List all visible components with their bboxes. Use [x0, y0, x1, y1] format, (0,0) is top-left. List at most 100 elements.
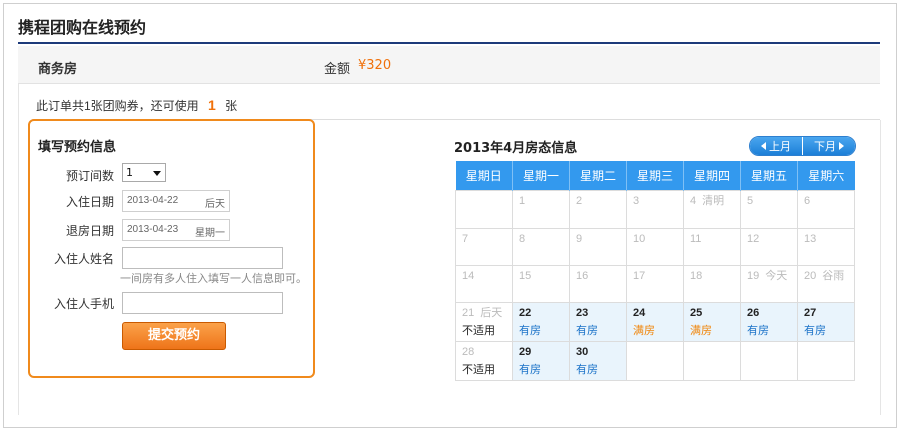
checkin-day-hint: 后天	[205, 199, 225, 210]
calendar-day-status: 满房	[633, 324, 655, 337]
guest-name-hint: 一间房有多人住入填写一人信息即可。	[120, 273, 307, 285]
amount-label: 金额	[324, 62, 351, 77]
voucher-text: 此订单共1张团购券，还可使用	[36, 99, 199, 113]
calendar-day-cell: 7	[455, 227, 513, 266]
calendar-week-row: 14 15 16 17 18 19 今天 20 谷雨	[455, 264, 855, 303]
calendar-day-status: 有房	[804, 324, 826, 337]
checkout-date-label: 退房日期	[65, 224, 114, 238]
calendar-day-number: 6	[804, 194, 811, 207]
voucher-unit: 张	[225, 99, 238, 113]
weekday-header: 星期四	[683, 161, 741, 190]
calendar-day-cell[interactable]: 23 有房	[569, 301, 627, 342]
calendar-day-number: 18	[690, 269, 703, 282]
arrow-left-icon	[761, 142, 766, 150]
calendar-day-number: 9	[576, 232, 583, 245]
next-month-label: 下月	[814, 140, 836, 153]
calendar-day-cell: 8	[512, 227, 570, 266]
calendar-day-number: 17	[633, 269, 646, 282]
checkin-date-input[interactable]: 2013-04-22 后天	[122, 190, 230, 212]
calendar-day-status: 有房	[747, 324, 769, 337]
calendar-day-status: 满房	[690, 324, 712, 337]
calendar-day-number: 27	[804, 306, 817, 319]
calendar-day-cell[interactable]: 22 有房	[512, 301, 570, 342]
content-right-border	[880, 120, 881, 415]
calendar-day-cell: 9	[569, 227, 627, 266]
booking-form: 填写预约信息 预订间数 1 入住日期 2013-04-22 后天 退房日期 20…	[28, 119, 315, 378]
calendar-day-cell: 10	[626, 227, 684, 266]
prev-month-button[interactable]: 上月	[750, 137, 802, 155]
rooms-count-value: 1	[126, 166, 133, 179]
availability-calendar: 星期日 星期一 星期二 星期三 星期四 星期五 星期六 1 2 3 4 清明 5 6 7 8 9 1…	[455, 161, 855, 381]
calendar-day-note: 清明	[702, 194, 725, 207]
weekday-header: 星期三	[626, 161, 684, 190]
calendar-day-number: 4	[690, 194, 697, 207]
calendar-day-number: 20	[804, 269, 817, 282]
weekday-header: 星期五	[740, 161, 798, 190]
checkin-date-value: 2013-04-22	[127, 195, 179, 206]
calendar-day-cell: 15	[512, 264, 570, 303]
calendar-day-cell	[455, 189, 513, 229]
calendar-day-cell[interactable]: 29 有房	[512, 340, 570, 381]
calendar-day-number: 11	[690, 232, 702, 245]
calendar-day-number: 21	[462, 306, 475, 319]
calendar-day-status: 有房	[519, 324, 541, 337]
calendar-day-number: 15	[519, 269, 532, 282]
calendar-day-cell: 19 今天	[740, 264, 798, 303]
calendar-day-cell: 3	[626, 189, 684, 229]
prev-month-label: 上月	[769, 140, 791, 153]
calendar-day-number: 7	[462, 232, 469, 245]
calendar-day-header: 21 后天	[462, 306, 506, 320]
calendar-day-cell[interactable]: 27 有房	[797, 301, 855, 342]
calendar-day-cell: 20 谷雨	[797, 264, 855, 303]
calendar-day-cell: 5	[740, 189, 798, 229]
calendar-day-cell: 1	[512, 189, 570, 229]
calendar-day-cell[interactable]: 26 有房	[740, 301, 798, 342]
weekday-header: 星期一	[512, 161, 570, 190]
room-type-name: 商务房	[38, 62, 78, 77]
calendar-body: 1 2 3 4 清明 5 6 7 8 9 10 11 12 13 14 15 16 17 18 19 今天 20 谷雨 21 后…	[455, 189, 855, 381]
form-title: 填写预约信息	[38, 140, 117, 155]
calendar-day-number: 1	[519, 194, 526, 207]
calendar-day-cell: 13	[797, 227, 855, 266]
rooms-count-select[interactable]: 1	[122, 163, 166, 182]
calendar-day-cell	[797, 340, 855, 381]
calendar-day-number: 25	[690, 306, 703, 319]
calendar-day-number: 8	[519, 232, 526, 245]
calendar-day-number: 24	[633, 306, 646, 319]
calendar-day-number: 3	[633, 194, 640, 207]
calendar-week-row: 1 2 3 4 清明 5 6	[455, 189, 855, 229]
calendar-day-header: 20 谷雨	[804, 269, 848, 283]
amount-value: ¥320	[358, 58, 392, 73]
calendar-day-note: 后天	[480, 306, 503, 319]
calendar-day-cell[interactable]: 25 满房	[683, 301, 741, 342]
calendar-day-cell: 11	[683, 227, 741, 266]
calendar-day-number: 16	[576, 269, 589, 282]
checkout-date-input[interactable]: 2013-04-23 星期一	[122, 219, 230, 241]
calendar-day-status: 不适用	[462, 363, 495, 376]
calendar-day-cell: 12	[740, 227, 798, 266]
month-nav: 上月 下月	[749, 136, 856, 156]
weekday-header: 星期二	[569, 161, 627, 190]
calendar-day-note: 谷雨	[822, 269, 845, 282]
calendar-day-cell: 14	[455, 264, 513, 303]
calendar-day-number: 22	[519, 306, 532, 319]
calendar-day-cell: 17	[626, 264, 684, 303]
next-month-button[interactable]: 下月	[802, 137, 855, 155]
chevron-down-icon	[153, 171, 161, 176]
calendar-day-cell: 4 清明	[683, 189, 741, 229]
guest-name-input[interactable]	[122, 247, 283, 269]
calendar-day-cell: 28 不适用	[455, 340, 513, 381]
checkout-day-hint: 星期一	[195, 228, 225, 239]
calendar-day-number: 23	[576, 306, 589, 319]
checkout-date-value: 2013-04-23	[127, 224, 179, 235]
rooms-count-label: 预订间数	[65, 169, 114, 183]
calendar-day-cell[interactable]: 30 有房	[569, 340, 627, 381]
submit-booking-button[interactable]: 提交预约	[122, 322, 226, 350]
calendar-day-cell	[626, 340, 684, 381]
guest-phone-input[interactable]	[122, 292, 283, 314]
calendar-day-number: 29	[519, 345, 532, 358]
calendar-week-row: 21 后天 不适用 22 有房 23 有房 24 满房 25 满房 26 有房 27 有房	[455, 301, 855, 342]
calendar-day-cell	[683, 340, 741, 381]
arrow-right-icon	[839, 142, 844, 150]
calendar-day-cell[interactable]: 24 满房	[626, 301, 684, 342]
